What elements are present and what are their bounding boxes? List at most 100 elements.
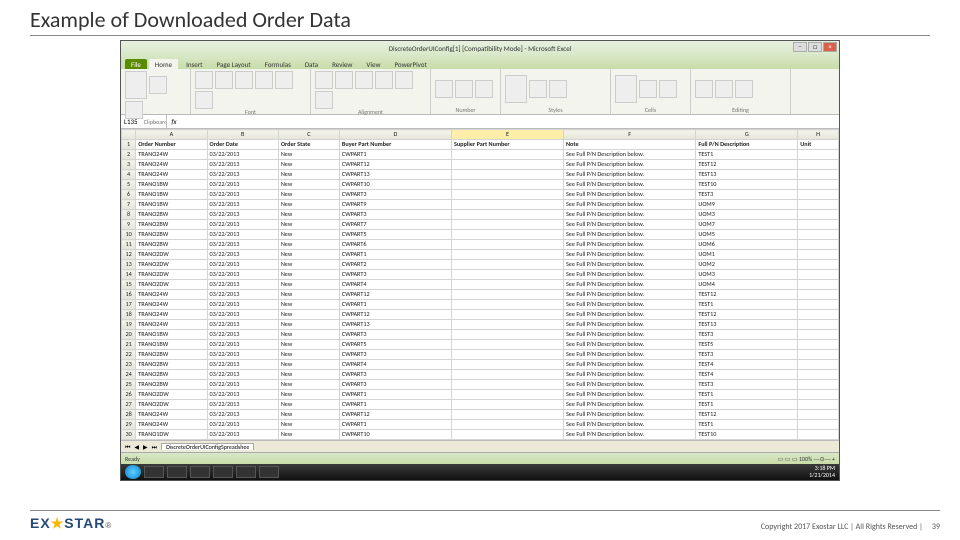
- ribbon-button[interactable]: [235, 71, 253, 89]
- cell[interactable]: TRANO1DW: [136, 430, 207, 440]
- cell[interactable]: See Full P/N Description below.: [563, 240, 695, 250]
- cell[interactable]: New: [278, 170, 339, 180]
- col-header[interactable]: G: [696, 130, 798, 140]
- cell[interactable]: UOM3: [696, 270, 798, 280]
- cell[interactable]: TEST5: [696, 340, 798, 350]
- cell[interactable]: CWPART1: [339, 150, 451, 160]
- cell[interactable]: CWPART13: [339, 320, 451, 330]
- ribbon-button[interactable]: [315, 91, 333, 109]
- sheet-nav-prev-icon[interactable]: ◀: [134, 444, 139, 450]
- cell[interactable]: [798, 380, 839, 390]
- row-header[interactable]: 7: [122, 200, 136, 210]
- cell[interactable]: [451, 320, 563, 330]
- cell[interactable]: See Full P/N Description below.: [563, 260, 695, 270]
- cell[interactable]: New: [278, 360, 339, 370]
- cell[interactable]: New: [278, 370, 339, 380]
- cell[interactable]: CWPART12: [339, 290, 451, 300]
- ribbon-button[interactable]: [735, 80, 753, 98]
- cell[interactable]: CWPART1: [339, 400, 451, 410]
- header-cell[interactable]: Supplier Part Number: [451, 140, 563, 150]
- ribbon-tab-data[interactable]: Data: [299, 59, 324, 69]
- cell[interactable]: TRANO24W: [136, 150, 207, 160]
- cell[interactable]: CWPART1: [339, 390, 451, 400]
- cell[interactable]: UOM3: [696, 210, 798, 220]
- ribbon-button[interactable]: [215, 71, 233, 89]
- cell[interactable]: See Full P/N Description below.: [563, 430, 695, 440]
- row-header[interactable]: 12: [122, 250, 136, 260]
- cell[interactable]: New: [278, 260, 339, 270]
- ribbon-button[interactable]: [395, 71, 413, 89]
- cell[interactable]: See Full P/N Description below.: [563, 210, 695, 220]
- ribbon-button[interactable]: [335, 71, 353, 89]
- cell[interactable]: New: [278, 290, 339, 300]
- cell[interactable]: [798, 310, 839, 320]
- cell[interactable]: New: [278, 300, 339, 310]
- row-header[interactable]: 24: [122, 370, 136, 380]
- select-all-cell[interactable]: [122, 130, 136, 140]
- cell[interactable]: [451, 240, 563, 250]
- cell[interactable]: New: [278, 380, 339, 390]
- cell[interactable]: [798, 360, 839, 370]
- cell[interactable]: [798, 300, 839, 310]
- cell[interactable]: TRANO2BW: [136, 370, 207, 380]
- cell[interactable]: [798, 250, 839, 260]
- cell[interactable]: TRANO24W: [136, 170, 207, 180]
- cell[interactable]: 03/22/2013: [207, 260, 278, 270]
- cell[interactable]: [798, 290, 839, 300]
- ribbon-tab-review[interactable]: Review: [326, 59, 358, 69]
- row-header[interactable]: 23: [122, 360, 136, 370]
- cell[interactable]: CWPART1: [339, 420, 451, 430]
- cell[interactable]: [798, 170, 839, 180]
- cell[interactable]: New: [278, 180, 339, 190]
- cell[interactable]: 03/22/2013: [207, 350, 278, 360]
- cell[interactable]: [451, 430, 563, 440]
- ribbon-tab-powerpivot[interactable]: PowerPivot: [388, 59, 432, 69]
- cell[interactable]: TEST1: [696, 300, 798, 310]
- cell[interactable]: See Full P/N Description below.: [563, 340, 695, 350]
- cell[interactable]: CWPART3: [339, 380, 451, 390]
- cell[interactable]: See Full P/N Description below.: [563, 380, 695, 390]
- cell[interactable]: 03/22/2013: [207, 360, 278, 370]
- cell[interactable]: TRANO24W: [136, 320, 207, 330]
- cell[interactable]: New: [278, 320, 339, 330]
- cell[interactable]: TRANO1BW: [136, 200, 207, 210]
- cell[interactable]: CWPART3: [339, 330, 451, 340]
- ribbon-button[interactable]: [195, 71, 213, 89]
- cell[interactable]: See Full P/N Description below.: [563, 170, 695, 180]
- cell[interactable]: [798, 390, 839, 400]
- cell[interactable]: CWPART2: [339, 260, 451, 270]
- cell[interactable]: 03/22/2013: [207, 170, 278, 180]
- cell[interactable]: New: [278, 220, 339, 230]
- maximize-button[interactable]: □: [808, 42, 822, 52]
- cell[interactable]: 03/22/2013: [207, 240, 278, 250]
- cell[interactable]: [798, 320, 839, 330]
- cell[interactable]: [798, 330, 839, 340]
- cell[interactable]: UOM5: [696, 230, 798, 240]
- cell[interactable]: CWPART12: [339, 410, 451, 420]
- cell[interactable]: [451, 200, 563, 210]
- ribbon-tab-page-layout[interactable]: Page Layout: [211, 59, 257, 69]
- cell[interactable]: New: [278, 340, 339, 350]
- row-header[interactable]: 27: [122, 400, 136, 410]
- cell[interactable]: [798, 400, 839, 410]
- cell[interactable]: 03/22/2013: [207, 150, 278, 160]
- row-header[interactable]: 8: [122, 210, 136, 220]
- col-header[interactable]: H: [798, 130, 839, 140]
- cell[interactable]: CWPART4: [339, 280, 451, 290]
- cell[interactable]: See Full P/N Description below.: [563, 320, 695, 330]
- row-header[interactable]: 3: [122, 160, 136, 170]
- cell[interactable]: See Full P/N Description below.: [563, 160, 695, 170]
- cell[interactable]: 03/22/2013: [207, 400, 278, 410]
- cell[interactable]: 03/22/2013: [207, 420, 278, 430]
- cell[interactable]: [798, 150, 839, 160]
- row-header[interactable]: 15: [122, 280, 136, 290]
- cell[interactable]: See Full P/N Description below.: [563, 390, 695, 400]
- cell[interactable]: New: [278, 430, 339, 440]
- cell[interactable]: New: [278, 270, 339, 280]
- cell[interactable]: New: [278, 200, 339, 210]
- row-header[interactable]: 5: [122, 180, 136, 190]
- taskbar-item[interactable]: [259, 466, 279, 478]
- cell[interactable]: 03/22/2013: [207, 190, 278, 200]
- cell[interactable]: See Full P/N Description below.: [563, 180, 695, 190]
- cell[interactable]: TEST3: [696, 380, 798, 390]
